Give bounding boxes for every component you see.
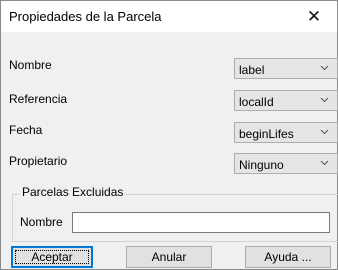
nombre-label: Nombre: [9, 58, 52, 72]
focus-rectangle: [15, 250, 89, 264]
chevron-down-icon: [320, 65, 329, 71]
close-icon: ✕: [306, 6, 322, 26]
cancel-button[interactable]: Anular: [126, 246, 212, 268]
help-button[interactable]: Ayuda ...: [245, 246, 331, 268]
excluded-parcels-legend: Parcelas Excluidas: [19, 185, 127, 199]
fecha-select-value: beginLifes: [239, 127, 294, 141]
referencia-label: Referencia: [9, 92, 68, 106]
referencia-select[interactable]: localId: [234, 90, 338, 111]
dialog-title: Propiedades de la Parcela: [9, 9, 162, 24]
close-button[interactable]: ✕: [291, 1, 337, 32]
chevron-down-icon: [320, 129, 329, 135]
propietario-select[interactable]: Ninguno: [234, 153, 338, 174]
help-button-label: Ayuda ...: [264, 250, 312, 264]
properties-dialog: Propiedades de la Parcela ✕ Nombre label…: [0, 0, 338, 270]
referencia-select-value: localId: [239, 95, 274, 109]
propietario-label: Propietario: [9, 154, 68, 168]
excluded-name-label: Nombre: [20, 215, 63, 229]
fecha-label: Fecha: [9, 123, 43, 137]
accept-button[interactable]: Aceptar: [11, 246, 93, 268]
nombre-select[interactable]: label: [234, 58, 338, 79]
title-bar: Propiedades de la Parcela ✕: [1, 1, 337, 32]
chevron-down-icon: [320, 97, 329, 103]
chevron-down-icon: [320, 160, 329, 166]
propietario-select-value: Ninguno: [239, 158, 284, 172]
fecha-select[interactable]: beginLifes: [234, 122, 338, 143]
excluded-name-input[interactable]: [72, 212, 330, 233]
nombre-select-value: label: [239, 63, 265, 77]
cancel-button-label: Anular: [151, 250, 187, 264]
